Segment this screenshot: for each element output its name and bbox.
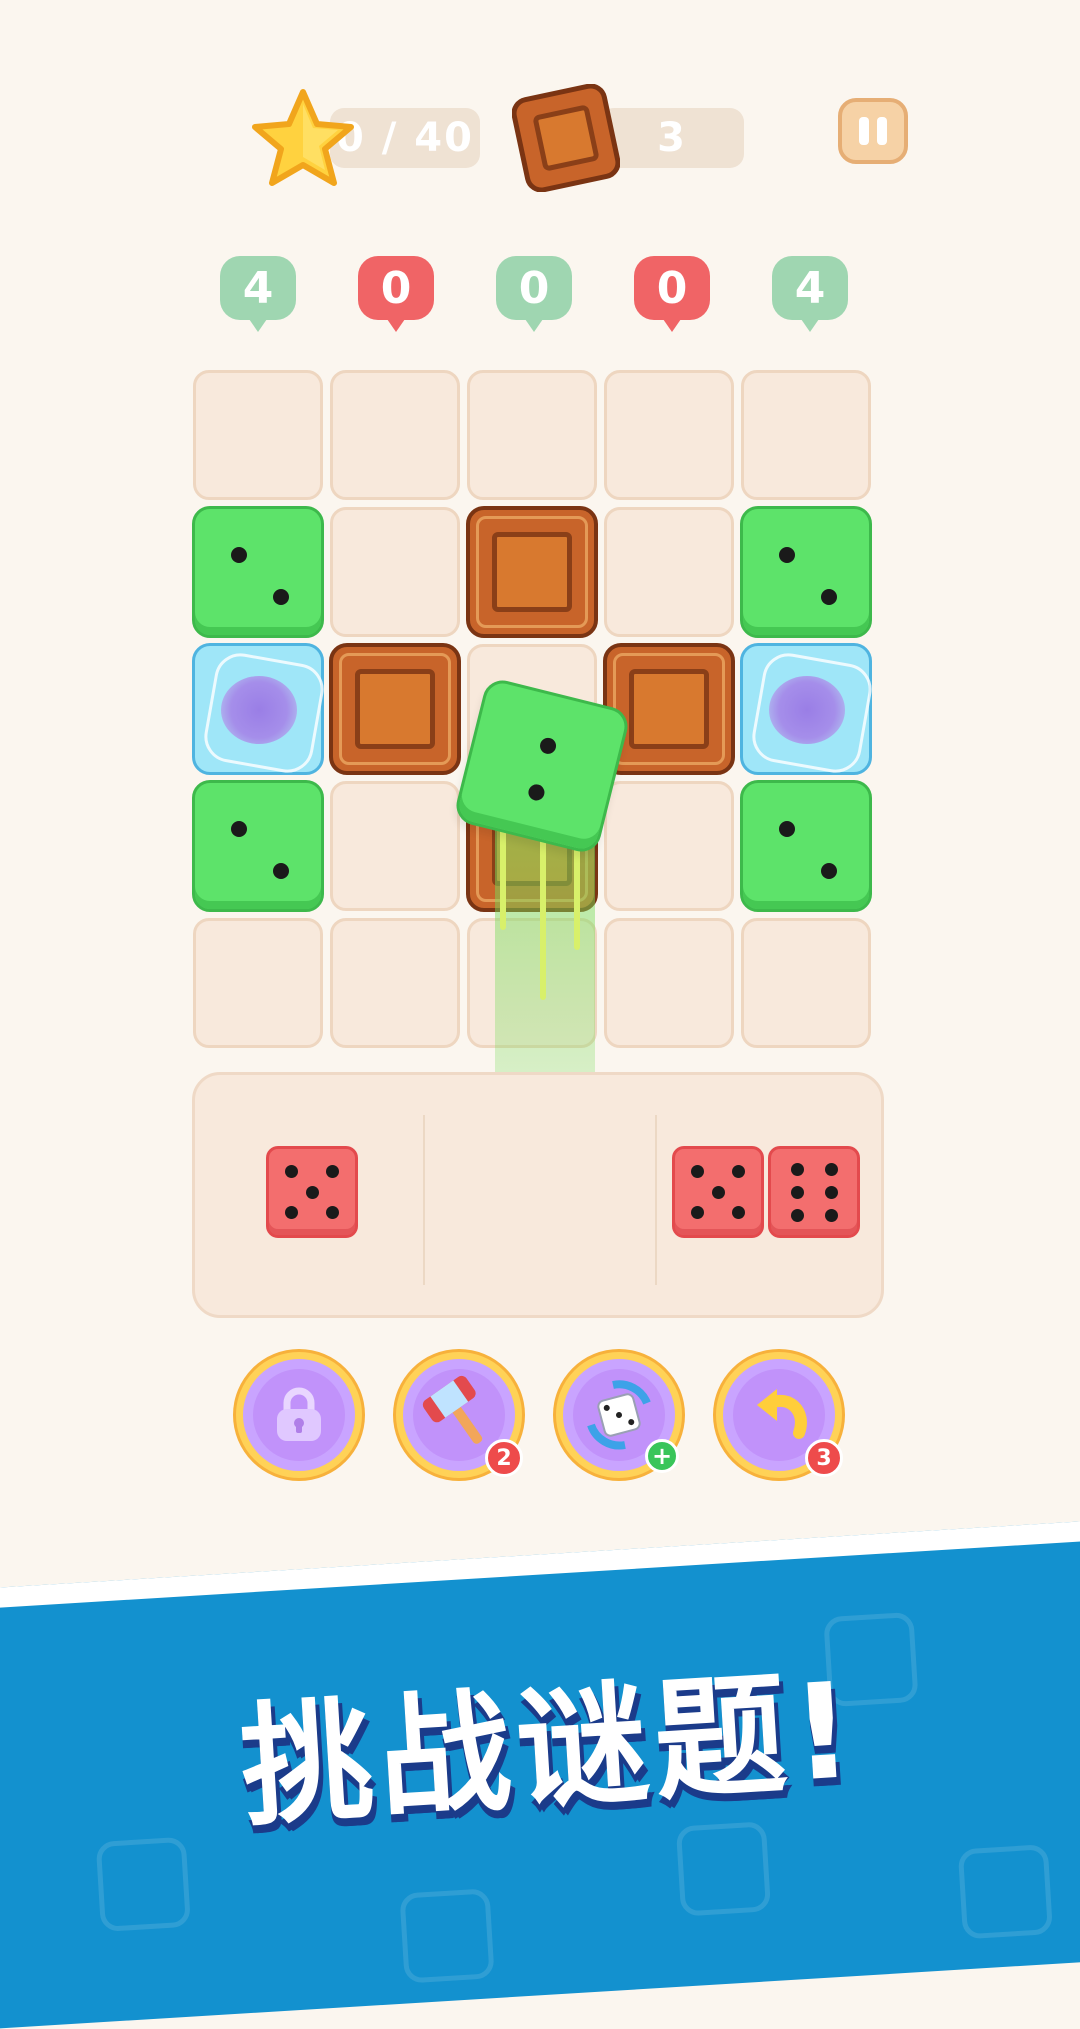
- board-cell[interactable]: [330, 507, 460, 637]
- tray-piece-dice-pair[interactable]: [672, 1146, 862, 1238]
- hammer-count: 2: [496, 1445, 512, 1471]
- add-badge: +: [645, 1439, 679, 1473]
- column-target-badge: 4: [772, 256, 848, 332]
- lock-icon: [277, 1387, 321, 1441]
- wooden-crate-tile: [329, 643, 461, 775]
- dice-pip: [821, 589, 837, 605]
- wooden-crate-tile: [603, 643, 735, 775]
- crate-panel: [629, 669, 709, 749]
- dice-pip: [825, 1163, 838, 1176]
- pause-button[interactable]: [838, 98, 908, 164]
- green-dice-tile: [740, 506, 872, 638]
- tray-piece-dice-5[interactable]: [266, 1146, 358, 1238]
- tray-divider: [423, 1115, 425, 1285]
- hammer-count-badge: 2: [485, 1439, 523, 1477]
- board-cell[interactable]: [330, 781, 460, 911]
- hammer-icon: [422, 1375, 483, 1444]
- wooden-crate-tile: [466, 506, 598, 638]
- pause-icon: [859, 117, 869, 145]
- board-cell[interactable]: [193, 918, 323, 1048]
- board-cell[interactable]: [604, 507, 734, 637]
- crate-panel: [355, 669, 435, 749]
- shuffle-booster-button[interactable]: +: [556, 1352, 682, 1478]
- dice-pip: [285, 1206, 298, 1219]
- green-dice-tile: [740, 780, 872, 912]
- dice-pip: [791, 1209, 804, 1222]
- board-cell[interactable]: [604, 918, 734, 1048]
- dice-pip: [526, 782, 547, 803]
- dice-pip: [231, 821, 247, 837]
- dice-pip: [326, 1165, 339, 1178]
- dice-pip: [306, 1186, 319, 1199]
- hammer-booster-button[interactable]: 2: [396, 1352, 523, 1478]
- dice-pip: [825, 1209, 838, 1222]
- undo-count-badge: 3: [805, 1439, 843, 1477]
- dice-pip: [538, 736, 558, 756]
- column-target-badge: 0: [496, 256, 572, 332]
- crate-counter-pill: 3: [600, 108, 744, 168]
- banner-title: 挑战谜题!: [236, 1653, 863, 1846]
- pause-icon-bar: [877, 117, 887, 145]
- dice-pip: [273, 863, 289, 879]
- undo-count: 3: [816, 1445, 832, 1471]
- add-symbol: +: [651, 1442, 673, 1470]
- dice-pip: [691, 1206, 704, 1219]
- undo-booster-button[interactable]: 3: [716, 1352, 843, 1478]
- board-cell[interactable]: [467, 370, 597, 500]
- background-dice-icon: [675, 1821, 772, 1917]
- board-cell[interactable]: [604, 781, 734, 911]
- crate-counter-text: 3: [657, 115, 687, 161]
- dice-pip: [825, 1186, 838, 1199]
- ice-facet: [200, 649, 328, 777]
- trail-streak: [500, 820, 506, 930]
- dice-pip: [791, 1163, 804, 1176]
- dice-pip: [821, 863, 837, 879]
- dice-pip: [791, 1186, 804, 1199]
- dice-pip: [326, 1206, 339, 1219]
- crate-panel: [492, 532, 572, 612]
- column-target-value: 0: [518, 262, 550, 314]
- ice-gem-tile: [192, 643, 328, 777]
- ice-facet: [748, 649, 876, 777]
- column-target-badge: 0: [358, 256, 434, 332]
- star-icon: [252, 89, 354, 186]
- dice-pip: [231, 547, 247, 563]
- trail-streak: [540, 830, 546, 1000]
- green-dice-tile: [192, 506, 324, 638]
- column-target-badge: 4: [220, 256, 296, 332]
- dice-pip: [691, 1165, 704, 1178]
- ice-gem-tile: [740, 643, 876, 777]
- column-target-value: 4: [242, 262, 274, 314]
- dice-5: [672, 1146, 764, 1238]
- board-cell[interactable]: [330, 370, 460, 500]
- crate-icon: [512, 84, 620, 192]
- dice-pip: [779, 547, 795, 563]
- column-target-value: 0: [656, 262, 688, 314]
- dice-pip: [285, 1165, 298, 1178]
- dice-pip: [732, 1206, 745, 1219]
- background-dice-icon: [399, 1888, 495, 1984]
- tray-divider: [655, 1115, 657, 1285]
- column-target-badge: 0: [634, 256, 710, 332]
- dice-pip: [732, 1165, 745, 1178]
- column-target-value: 4: [794, 262, 826, 314]
- dice-pip: [779, 821, 795, 837]
- board-cell[interactable]: [193, 370, 323, 500]
- green-dice-tile: [192, 780, 324, 912]
- board-cell[interactable]: [741, 918, 871, 1048]
- board-cell[interactable]: [741, 370, 871, 500]
- dice-pip: [712, 1186, 725, 1199]
- background-dice-icon: [957, 1844, 1054, 1940]
- lock-booster-button[interactable]: [236, 1352, 362, 1478]
- board-cell[interactable]: [604, 370, 734, 500]
- dice-pip: [273, 589, 289, 605]
- column-target-value: 0: [380, 262, 412, 314]
- dice-6: [768, 1146, 860, 1238]
- background-dice-icon: [95, 1836, 191, 1933]
- board-cell[interactable]: [330, 918, 460, 1048]
